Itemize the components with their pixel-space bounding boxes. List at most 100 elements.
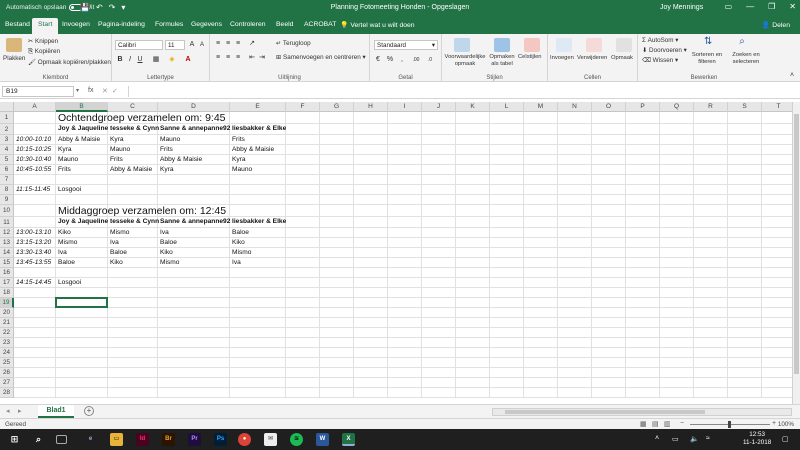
row-header-28[interactable]: 28 [0,388,14,398]
row-header-13[interactable]: 13 [0,238,14,248]
bold-icon[interactable]: B [116,56,124,64]
cell[interactable] [230,278,286,288]
cell[interactable] [320,328,354,338]
cell[interactable] [728,308,762,318]
paste-button[interactable]: Plakken [3,55,25,62]
cell[interactable] [456,228,490,238]
cell[interactable] [422,155,456,165]
cell[interactable] [14,328,56,338]
cell[interactable] [660,358,694,368]
increase-font-icon[interactable]: A [188,41,196,49]
cell[interactable] [286,278,320,288]
align-top-icon[interactable]: ≡ [214,40,222,48]
cell[interactable] [456,328,490,338]
cell[interactable] [14,112,56,124]
cell[interactable] [524,205,558,217]
cell[interactable] [728,228,762,238]
cell[interactable] [388,338,422,348]
cell[interactable] [158,328,230,338]
cell[interactable] [14,205,56,217]
cell[interactable] [694,388,728,398]
scrollbar-thumb[interactable] [794,114,799,374]
tab-gegevens[interactable]: Gegevens [191,21,222,28]
cell[interactable] [660,328,694,338]
format-painter-button[interactable]: 🖌 Opmaak kopiëren/plakken [28,58,111,66]
find-select-button[interactable]: Zoeken en selecteren [726,52,766,66]
cell[interactable] [762,378,796,388]
cell[interactable] [490,368,524,378]
cell[interactable] [354,378,388,388]
cell[interactable] [422,308,456,318]
cell[interactable] [660,388,694,398]
cell[interactable] [108,328,158,338]
cell[interactable] [230,298,286,308]
cut-button[interactable]: ✂ Knippen [28,38,58,45]
cell[interactable] [108,195,158,205]
cell[interactable] [524,388,558,398]
column-header-g[interactable]: G [320,102,354,112]
cell[interactable] [320,124,354,135]
column-header-r[interactable]: R [694,102,728,112]
cell[interactable] [56,175,108,185]
cell[interactable] [490,205,524,217]
conditional-format-button[interactable]: Voorwaardelijke opmaak [444,54,486,68]
cell[interactable] [456,268,490,278]
column-header-o[interactable]: O [592,102,626,112]
cell[interactable] [354,348,388,358]
fx-icon[interactable]: fx [88,87,93,94]
cell[interactable] [660,258,694,268]
cell[interactable] [762,348,796,358]
cell[interactable] [660,185,694,195]
cell[interactable] [626,388,660,398]
cell[interactable] [388,268,422,278]
column-header-d[interactable]: D [158,102,230,112]
orientation-icon[interactable]: ↗ [248,40,256,48]
cell[interactable] [592,358,626,368]
cell[interactable] [422,278,456,288]
cell[interactable] [108,185,158,195]
column-header-q[interactable]: Q [660,102,694,112]
row-header-15[interactable]: 15 [0,258,14,268]
cell[interactable] [14,318,56,328]
cell[interactable] [108,368,158,378]
cell[interactable] [524,358,558,368]
cell[interactable] [660,145,694,155]
column-header-j[interactable]: J [422,102,456,112]
cell[interactable] [388,378,422,388]
cell[interactable] [354,135,388,145]
cell[interactable] [388,348,422,358]
row-header-12[interactable]: 12 [0,228,14,238]
page-layout-icon[interactable]: ▤ [652,420,659,428]
cell[interactable] [354,175,388,185]
cell[interactable] [762,338,796,348]
sort-filter-icon[interactable]: ⇅ [704,37,712,47]
cell[interactable] [592,145,626,155]
cell[interactable] [354,165,388,175]
row-header-3[interactable]: 3 [0,135,14,145]
cell[interactable] [524,278,558,288]
cell[interactable] [108,378,158,388]
cell[interactable] [388,288,422,298]
cell[interactable] [728,328,762,338]
cell[interactable] [592,328,626,338]
cell[interactable] [388,195,422,205]
file-explorer-icon[interactable]: ▭ [110,433,123,446]
cell[interactable] [320,155,354,165]
cell[interactable] [694,175,728,185]
cell[interactable] [286,348,320,358]
row-header-23[interactable]: 23 [0,338,14,348]
cell[interactable] [14,288,56,298]
collapse-ribbon-icon[interactable]: ˄ [788,72,796,80]
cell[interactable] [388,185,422,195]
cell[interactable] [320,217,354,228]
maximize-icon[interactable]: ❐ [768,2,775,11]
zoom-in-icon[interactable]: + [772,420,776,427]
row-header-4[interactable]: 4 [0,145,14,155]
cell[interactable] [728,388,762,398]
cell[interactable] [558,258,592,268]
mail-icon[interactable]: ✉ [264,433,277,446]
cell[interactable] [456,165,490,175]
cell[interactable] [230,112,286,124]
photoshop-icon[interactable]: Ps [214,433,227,446]
cell[interactable] [728,268,762,278]
